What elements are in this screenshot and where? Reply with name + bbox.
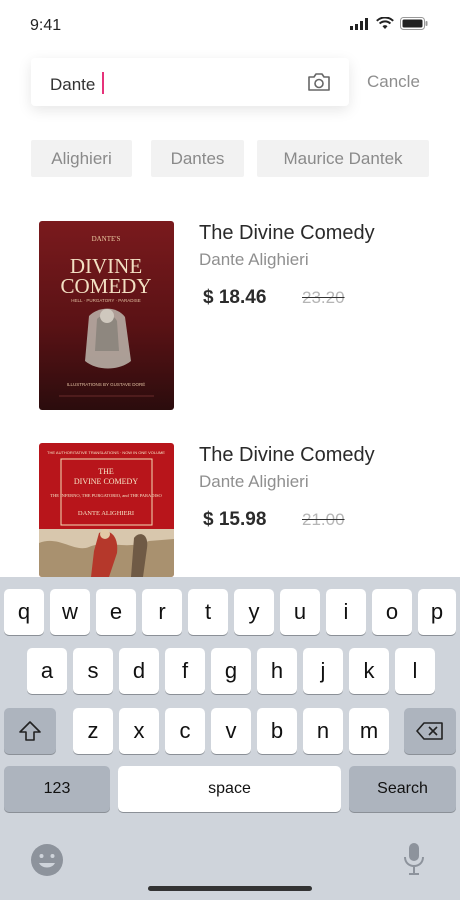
book-author: Dante Alighieri: [199, 472, 309, 491]
camera-icon[interactable]: [307, 71, 331, 93]
book-title: The Divine Comedy: [199, 222, 375, 244]
svg-text:DANTE ALIGHIERI: DANTE ALIGHIERI: [78, 510, 134, 517]
svg-text:ILLUSTRATIONS BY GUSTAVE DORÉ: ILLUSTRATIONS BY GUSTAVE DORÉ: [67, 381, 145, 387]
svg-text:DANTE'S: DANTE'S: [92, 235, 121, 243]
microphone-icon[interactable]: [402, 841, 426, 877]
book-author: Dante Alighieri: [199, 250, 309, 269]
keyboard: q w e r t y u i o p a s d f g h j k l z …: [0, 577, 460, 900]
svg-text:DIVINE COMEDY: DIVINE COMEDY: [74, 477, 138, 486]
key-e[interactable]: e: [96, 589, 136, 635]
key-l[interactable]: l: [395, 648, 435, 694]
key-z[interactable]: z: [73, 708, 113, 754]
book-price: $ 18.46: [203, 287, 267, 308]
book-title: The Divine Comedy: [199, 444, 375, 466]
key-a[interactable]: a: [27, 648, 67, 694]
suggestion-chip[interactable]: Dantes: [151, 140, 244, 177]
key-g[interactable]: g: [211, 648, 251, 694]
key-j[interactable]: j: [303, 648, 343, 694]
key-s[interactable]: s: [73, 648, 113, 694]
key-t[interactable]: t: [188, 589, 228, 635]
status-icons: [350, 17, 428, 30]
key-y[interactable]: y: [234, 589, 274, 635]
key-o[interactable]: o: [372, 589, 412, 635]
key-k[interactable]: k: [349, 648, 389, 694]
text-cursor: [102, 72, 105, 94]
key-d[interactable]: d: [119, 648, 159, 694]
key-x[interactable]: x: [119, 708, 159, 754]
key-v[interactable]: v: [211, 708, 251, 754]
delete-key[interactable]: [404, 708, 456, 754]
search-input[interactable]: Dante: [31, 58, 349, 106]
book-cover-image: THE AUTHORITATIVE TRANSLATIONS · NOW IN …: [39, 443, 174, 577]
battery-icon: [400, 17, 428, 30]
book-price: $ 15.98: [203, 509, 267, 530]
svg-text:COMEDY: COMEDY: [60, 274, 151, 298]
search-input-value: Dante: [50, 72, 105, 95]
svg-text:HELL · PURGATORY · PARADISE: HELL · PURGATORY · PARADISE: [71, 298, 140, 303]
key-f[interactable]: f: [165, 648, 205, 694]
emoji-icon[interactable]: [30, 843, 64, 877]
numbers-key[interactable]: 123: [4, 766, 110, 812]
search-key[interactable]: Search: [349, 766, 456, 812]
space-key[interactable]: space: [118, 766, 341, 812]
key-b[interactable]: b: [257, 708, 297, 754]
key-n[interactable]: n: [303, 708, 343, 754]
wifi-icon: [376, 17, 394, 29]
key-q[interactable]: q: [4, 589, 44, 635]
status-time: 9:41: [30, 17, 62, 34]
suggestion-chip[interactable]: Alighieri: [31, 140, 132, 177]
signal-icon: [350, 17, 368, 30]
backspace-icon: [416, 722, 443, 740]
key-c[interactable]: c: [165, 708, 205, 754]
svg-text:THE: THE: [98, 467, 114, 476]
key-m[interactable]: m: [349, 708, 389, 754]
svg-text:THE AUTHORITATIVE TRANSLATIONS: THE AUTHORITATIVE TRANSLATIONS · NOW IN …: [47, 450, 165, 455]
cancel-button[interactable]: Cancle: [367, 72, 420, 92]
status-bar: 9:41: [0, 0, 460, 50]
key-p[interactable]: p: [418, 589, 456, 635]
key-i[interactable]: i: [326, 589, 366, 635]
key-u[interactable]: u: [280, 589, 320, 635]
home-indicator: [148, 886, 312, 891]
book-old-price: 23.20: [302, 288, 345, 307]
cover-art: DANTE'S DIVINE COMEDY HELL · PURGATORY ·…: [59, 235, 154, 397]
suggestion-chip[interactable]: Maurice Dantek: [257, 140, 429, 177]
book-old-price: 21.00: [302, 510, 345, 529]
shift-icon: [19, 721, 41, 741]
key-w[interactable]: w: [50, 589, 90, 635]
book-cover-image: DANTE'S DIVINE COMEDY HELL · PURGATORY ·…: [39, 221, 174, 410]
shift-key[interactable]: [4, 708, 56, 754]
cover-art: THE AUTHORITATIVE TRANSLATIONS · NOW IN …: [39, 450, 174, 577]
key-h[interactable]: h: [257, 648, 297, 694]
key-r[interactable]: r: [142, 589, 182, 635]
